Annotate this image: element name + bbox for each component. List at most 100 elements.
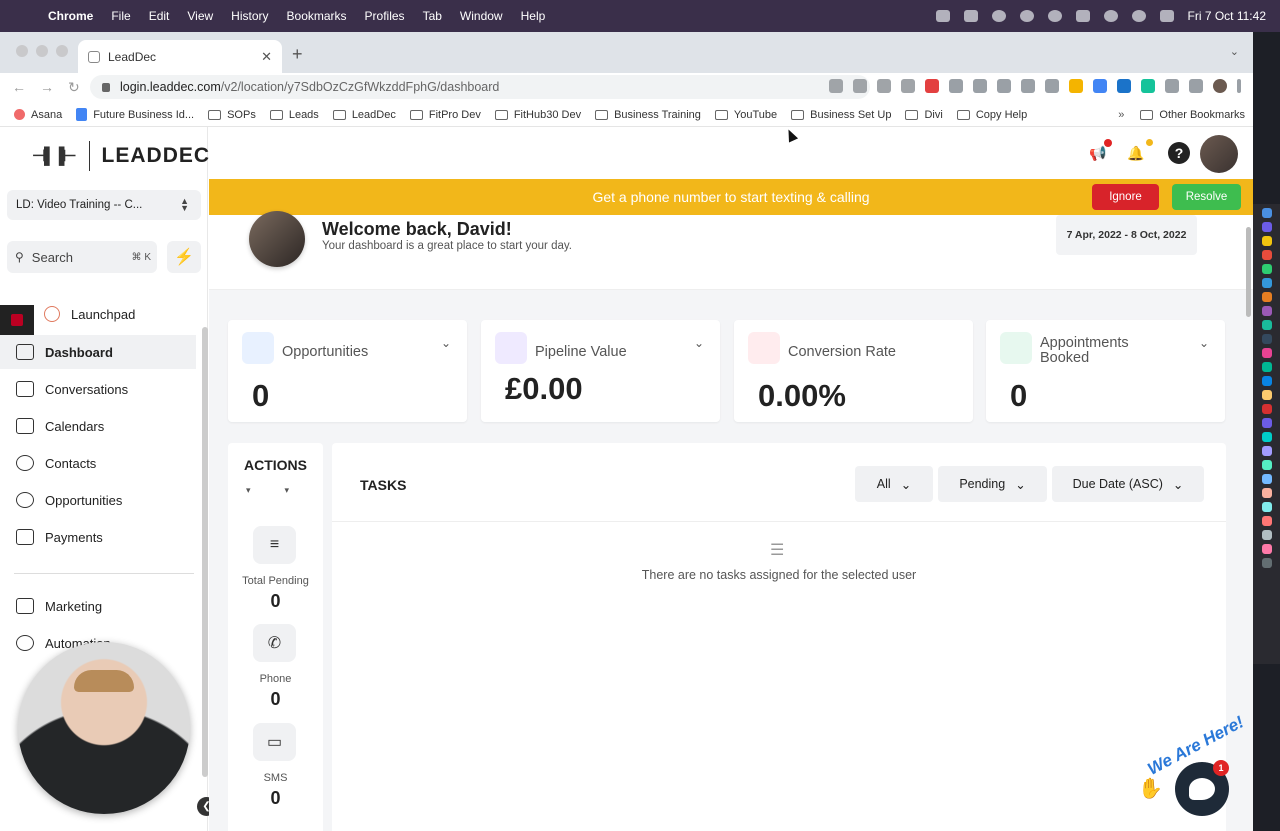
puzzle-extensions-icon[interactable] <box>1165 79 1179 93</box>
dock-app-icon[interactable] <box>1261 236 1272 246</box>
sidebar-item-launchpad[interactable]: Launchpad <box>0 297 196 331</box>
menu-tab[interactable]: Tab <box>423 9 442 23</box>
dock-app-icon[interactable] <box>1261 488 1272 498</box>
dock-app-icon[interactable] <box>1261 334 1272 344</box>
menu-edit[interactable]: Edit <box>149 9 170 23</box>
reload-icon[interactable]: ↻ <box>68 79 80 96</box>
filter-icon[interactable]: ≡ <box>253 526 296 564</box>
dock-app-icon[interactable] <box>1261 222 1272 232</box>
bookmark-future-business[interactable]: Future Business Id... <box>76 108 194 121</box>
browser-tab[interactable]: LeadDec ✕ <box>78 40 282 73</box>
colorful-ext-icon[interactable] <box>1093 79 1107 93</box>
sidebar-item-calendars[interactable]: Calendars <box>0 409 196 443</box>
dock-app-icon[interactable] <box>1261 460 1272 470</box>
sidebar-item-opportunities[interactable]: Opportunities <box>0 483 196 517</box>
menu-window[interactable]: Window <box>460 9 503 23</box>
dock-app-icon[interactable] <box>1261 558 1272 568</box>
resolve-button[interactable]: Resolve <box>1172 184 1241 210</box>
sidebar-item-contacts[interactable]: Contacts <box>0 446 196 480</box>
profile-icon[interactable] <box>1213 79 1227 93</box>
globe-ext-icon[interactable] <box>1021 79 1035 93</box>
status-app-icon[interactable] <box>963 10 978 22</box>
sidebar-item-marketing[interactable]: Marketing <box>0 589 196 623</box>
dock-app-icon[interactable] <box>1261 530 1272 540</box>
bookmark-asana[interactable]: Asana <box>14 109 62 121</box>
date-range-picker[interactable]: 7 Apr, 2022 - 8 Oct, 2022 <box>1056 215 1197 255</box>
user-avatar[interactable] <box>1200 135 1238 173</box>
dock-app-icon[interactable] <box>1261 376 1272 386</box>
bookmark-fitpro-dev[interactable]: FitPro Dev <box>409 109 481 121</box>
sidebar-search[interactable]: ⚲ Search ⌘ K <box>7 241 157 273</box>
close-window-button[interactable] <box>16 45 28 57</box>
wordpress-ext-icon[interactable] <box>973 79 987 93</box>
bookmark-leaddec[interactable]: LeadDec <box>332 109 396 121</box>
bookmarks-overflow-chevron[interactable]: » <box>1118 109 1124 121</box>
dock-app-icon[interactable] <box>1261 306 1272 316</box>
chrome-menu-icon[interactable] <box>1237 79 1241 93</box>
status-cloud-icon[interactable] <box>1047 10 1062 22</box>
control-center-icon[interactable] <box>1159 10 1174 22</box>
chevron-down-icon[interactable]: ⌄ <box>694 336 704 350</box>
grammarly-ext-icon[interactable] <box>1141 79 1155 93</box>
actions-dropdown-carets[interactable]: ▾▾ <box>246 485 323 496</box>
bookmark-star-icon[interactable] <box>901 79 915 93</box>
lock-icon[interactable] <box>102 82 110 92</box>
dock-app-icon[interactable] <box>1261 320 1272 330</box>
zoom-icon[interactable] <box>829 79 843 93</box>
spotlight-icon[interactable] <box>1131 10 1146 22</box>
status-battery-icon[interactable] <box>1075 10 1090 22</box>
chevron-down-icon[interactable]: ⌄ <box>441 336 451 350</box>
outlook-ext-icon[interactable] <box>1117 79 1131 93</box>
bookmark-business-set-up[interactable]: Business Set Up <box>791 109 891 121</box>
dock-app-icon[interactable] <box>1261 404 1272 414</box>
wifi-icon[interactable] <box>1103 10 1118 22</box>
tasks-status-filter[interactable]: Pending ⌄ <box>938 466 1047 502</box>
bookmark-sops[interactable]: SOPs <box>208 109 256 121</box>
status-gear-icon[interactable] <box>1019 10 1034 22</box>
dock-app-icon[interactable] <box>1261 446 1272 456</box>
menu-view[interactable]: View <box>187 9 213 23</box>
dock-app-icon[interactable] <box>1261 250 1272 260</box>
sidepanel-icon[interactable] <box>1189 79 1203 93</box>
sidebar-scrollbar[interactable] <box>202 327 208 777</box>
share-icon[interactable] <box>877 79 891 93</box>
dock-app-icon[interactable] <box>1261 516 1272 526</box>
bookmark-youtube[interactable]: YouTube <box>714 109 777 121</box>
tab-search-chevron-icon[interactable]: ⌄ <box>1230 45 1239 58</box>
menu-file[interactable]: File <box>111 9 130 23</box>
dock-app-icon[interactable] <box>1261 362 1272 372</box>
tasks-sort-filter[interactable]: Due Date (ASC) ⌄ <box>1052 466 1204 502</box>
phone-icon[interactable]: ✆ <box>253 624 296 662</box>
chevron-down-icon[interactable]: ⌄ <box>1199 336 1209 350</box>
menu-chrome[interactable]: Chrome <box>48 9 93 23</box>
sidebar-item-dashboard[interactable]: Dashboard <box>0 335 196 369</box>
calendar-ext-icon[interactable] <box>1045 79 1059 93</box>
menu-help[interactable]: Help <box>521 9 546 23</box>
dock-app-icon[interactable] <box>1261 348 1272 358</box>
drive-ext-icon[interactable] <box>1069 79 1083 93</box>
dock-app-icon[interactable] <box>1261 418 1272 428</box>
forward-icon[interactable]: → <box>40 79 54 96</box>
new-tab-icon[interactable]: + <box>292 44 303 65</box>
bookmark-divi[interactable]: Divi <box>905 109 943 121</box>
tasks-assignee-filter[interactable]: All ⌄ <box>855 466 933 502</box>
dock-app-icon[interactable] <box>1261 474 1272 484</box>
status-camera-icon[interactable] <box>935 10 950 22</box>
ignore-button[interactable]: Ignore <box>1092 184 1159 210</box>
dock-app-icon[interactable] <box>1261 278 1272 288</box>
sidebar-item-conversations[interactable]: Conversations <box>0 372 196 406</box>
bookmark-business-training[interactable]: Business Training <box>595 109 701 121</box>
zoom-window-button[interactable] <box>56 45 68 57</box>
main-scrollbar[interactable] <box>1246 227 1251 317</box>
dock-app-icon[interactable] <box>1261 208 1272 218</box>
bookmark-fithub30-dev[interactable]: FitHub30 Dev <box>494 109 581 121</box>
bookmark-copy-help[interactable]: Copy Help <box>956 109 1027 121</box>
menu-history[interactable]: History <box>231 9 268 23</box>
bell-icon[interactable]: 🔔 <box>1125 142 1147 164</box>
back-icon[interactable]: ← <box>12 79 26 96</box>
menu-bookmarks[interactable]: Bookmarks <box>287 9 347 23</box>
menu-profiles[interactable]: Profiles <box>365 9 405 23</box>
leaddec-logo[interactable]: ⊣▌▐⊢ LEADDEC <box>32 141 210 171</box>
address-bar[interactable]: login.leaddec.com/v2/location/y7SdbOzCzG… <box>90 75 870 99</box>
code-ext-icon[interactable] <box>997 79 1011 93</box>
